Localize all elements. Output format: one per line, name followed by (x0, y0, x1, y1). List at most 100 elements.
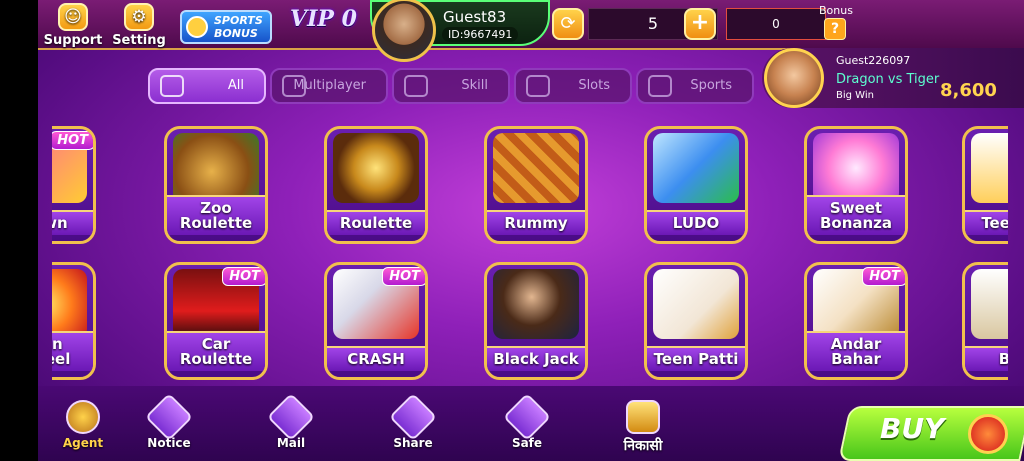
hot-badge: HOT (52, 131, 93, 150)
bonus-label: Bonus (819, 4, 853, 17)
user-id: ID:9667491 (442, 27, 519, 42)
slot-machine-icon (526, 75, 550, 97)
game-card-spin-wheel[interactable]: Spin Wheel (52, 262, 96, 380)
game-lobby: ☺ Support ⚙ Setting SPORTS BONUS VIP 0 G… (38, 0, 1024, 461)
sports-ball-icon (186, 16, 208, 38)
game-label: Rummy (487, 210, 585, 235)
game-card-teen-patti[interactable]: Teen Patti (644, 262, 748, 380)
bonus-help-button[interactable]: ? (824, 18, 846, 40)
game-label: Sweet Bonanza (807, 195, 905, 235)
treasure-icon (626, 400, 660, 434)
game-label: Zoo Roulette (167, 195, 265, 235)
bonus-display: 0 (726, 8, 826, 40)
candy-art (813, 133, 899, 203)
buy-label[interactable]: BUY (880, 412, 944, 445)
hot-badge: HOT (862, 267, 905, 286)
agent-button[interactable]: Agent (48, 390, 118, 452)
roulette-wheel-art (333, 133, 419, 203)
mail-icon (266, 392, 316, 442)
agent-icon (66, 400, 100, 434)
withdraw-label: निकासी (623, 438, 663, 454)
winner-name: Guest226097 (836, 54, 911, 67)
game-label: Teen Patti (647, 346, 745, 371)
game-card-car-roulette[interactable]: HOT Car Roulette (164, 262, 268, 380)
tab-all[interactable]: All (148, 68, 266, 104)
safe-label: Safe (511, 436, 543, 450)
game-card-bac[interactable]: Bac (962, 262, 1008, 380)
setting-label: Setting (112, 33, 166, 48)
game-card-black-jack[interactable]: Black Jack (484, 262, 588, 380)
sports-bonus-button[interactable]: SPORTS BONUS (180, 10, 272, 44)
winner-amount: 8,600 (940, 80, 997, 101)
gift-icon (144, 392, 194, 442)
cards-icon (404, 75, 428, 97)
category-tabs: All Multiplayer Skill Slots Sports (148, 68, 758, 106)
spin-wheel-art (52, 269, 87, 339)
tab-label: Sports (690, 78, 732, 93)
agent-label: Agent (62, 436, 104, 450)
dealer-art (493, 269, 579, 339)
game-label: Teen 20 (965, 210, 1008, 235)
setting-button[interactable]: ⚙ Setting (108, 3, 170, 49)
winner-avatar (764, 48, 824, 108)
hot-badge: HOT (382, 267, 425, 286)
tab-sports[interactable]: Sports (636, 68, 754, 104)
game-label: LUDO (647, 210, 745, 235)
game-card-sweet-bonanza[interactable]: Sweet Bonanza (804, 126, 908, 244)
winner-status: Big Win (836, 90, 874, 101)
game-label: Down (52, 210, 93, 235)
game-label: CRASH (327, 346, 425, 371)
people-icon (282, 75, 306, 97)
tab-label: All (227, 78, 244, 93)
game-card-zoo-roulette[interactable]: Zoo Roulette (164, 126, 268, 244)
bonus-value: 0 (772, 17, 780, 31)
notice-button[interactable]: Notice (134, 390, 204, 452)
mail-label: Mail (276, 436, 306, 450)
lion-art (173, 133, 259, 203)
game-label: Andar Bahar (807, 331, 905, 371)
safe-icon (502, 392, 552, 442)
game-label: Black Jack (487, 346, 585, 371)
tab-slots[interactable]: Slots (514, 68, 632, 104)
rummy-tiles-art (493, 133, 579, 203)
withdraw-button[interactable]: निकासी (608, 390, 678, 454)
avatar[interactable] (372, 0, 436, 62)
balance-value: 5 (647, 14, 659, 33)
gear-icon: ⚙ (124, 3, 154, 31)
refresh-icon[interactable]: ⟳ (552, 8, 584, 40)
support-icon: ☺ (58, 3, 88, 31)
safe-button[interactable]: Safe (492, 390, 562, 452)
support-label: Support (43, 33, 103, 48)
game-card-ludo[interactable]: LUDO (644, 126, 748, 244)
tab-label: Slots (578, 78, 610, 93)
game-card-teen-20[interactable]: Teen 20 (962, 126, 1008, 244)
mail-button[interactable]: Mail (256, 390, 326, 452)
sports-bonus-label: SPORTS BONUS (214, 14, 263, 40)
game-card-down[interactable]: HOT Down (52, 126, 96, 244)
tab-multiplayer[interactable]: Multiplayer (270, 68, 388, 104)
add-balance-button[interactable]: + (684, 8, 716, 40)
username: Guest83 (443, 8, 507, 26)
tab-label: Skill (461, 78, 488, 93)
baccarat-cards-art (971, 269, 1008, 339)
game-card-crash[interactable]: HOT CRASH (324, 262, 428, 380)
hot-badge: HOT (222, 267, 265, 286)
notice-label: Notice (147, 436, 191, 450)
ludo-board-art (653, 133, 739, 203)
game-card-rummy[interactable]: Rummy (484, 126, 588, 244)
winner-game: Dragon vs Tiger (836, 72, 940, 87)
share-label: Share (393, 436, 433, 450)
coin-icon (968, 414, 1008, 454)
handshake-icon (388, 392, 438, 442)
game-card-roulette[interactable]: Roulette (324, 126, 428, 244)
playing-cards-art (653, 269, 739, 339)
game-label: Spin Wheel (52, 331, 93, 371)
support-button[interactable]: ☺ Support (42, 3, 104, 49)
grid-icon (160, 75, 184, 97)
share-button[interactable]: Share (378, 390, 448, 452)
basketball-icon (648, 75, 672, 97)
tab-skill[interactable]: Skill (392, 68, 510, 104)
vip-level[interactable]: VIP 0 (290, 6, 357, 32)
game-card-andar-bahar[interactable]: HOT Andar Bahar (804, 262, 908, 380)
cards-art (971, 133, 1008, 203)
